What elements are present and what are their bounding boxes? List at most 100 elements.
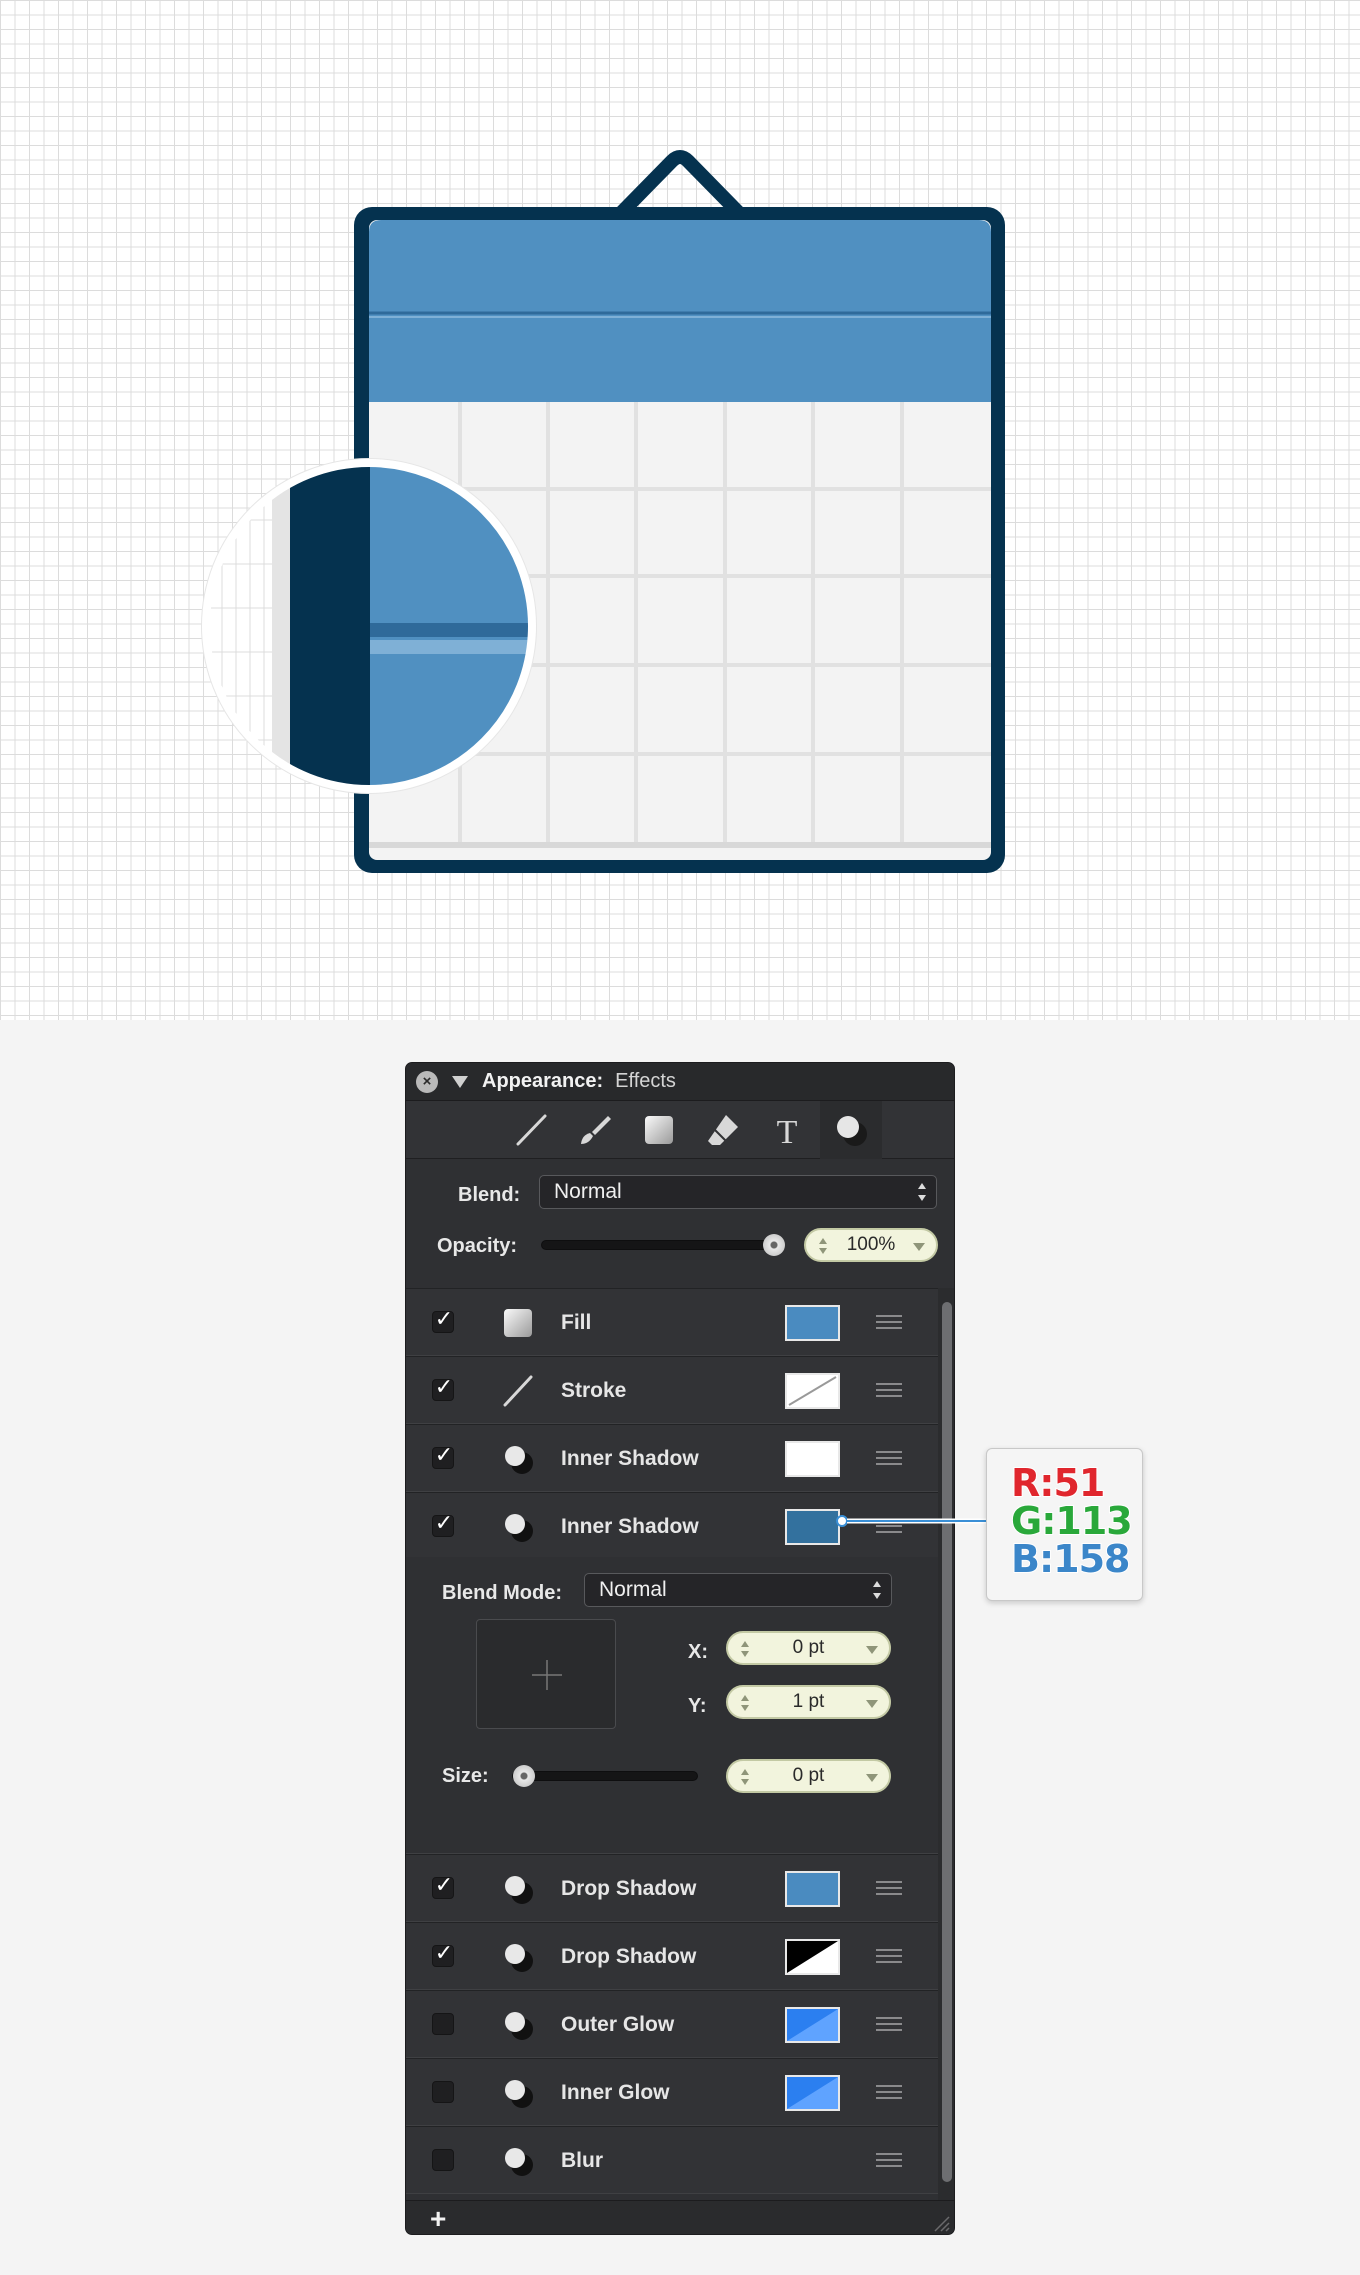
size-slider[interactable] (512, 1765, 698, 1787)
blend-select[interactable]: Normal (539, 1175, 937, 1209)
opacity-slider-knob[interactable] (763, 1234, 785, 1256)
x-label: X: (688, 1641, 708, 1663)
effect-row[interactable]: ✓ Drop Shadow (406, 1922, 938, 1990)
text-tab[interactable]: T (756, 1101, 818, 1159)
select-arrows-icon (918, 1182, 926, 1202)
color-swatch[interactable] (785, 2007, 840, 2043)
drag-handle-icon[interactable] (876, 1315, 902, 1329)
stepper-arrows-icon (741, 1695, 749, 1711)
size-slider-knob[interactable] (513, 1765, 535, 1787)
checkmark-icon: ✓ (434, 1510, 454, 1535)
blend-mode-value: Normal (599, 1578, 667, 1601)
color-swatch[interactable] (785, 1441, 840, 1477)
enable-checkbox[interactable] (432, 2149, 454, 2171)
enable-checkbox[interactable]: ✓ (432, 1444, 454, 1469)
panel-subtitle: Effects (615, 1070, 676, 1092)
checkmark-icon: ✓ (434, 1306, 454, 1331)
color-swatch[interactable] (785, 1305, 840, 1341)
blend-value: Normal (554, 1180, 622, 1203)
effect-name: Drop Shadow (561, 1877, 697, 1900)
effect-icon (505, 2148, 533, 2176)
effect-name: Inner Shadow (561, 1515, 699, 1538)
resize-grip-icon[interactable] (932, 2214, 950, 2232)
effect-icon-wrap (501, 1442, 535, 1476)
drag-handle-icon[interactable] (876, 1949, 902, 1963)
effect-icon-wrap (501, 1872, 535, 1906)
drag-handle-icon[interactable] (876, 2153, 902, 2167)
panel-title: Appearance: (482, 1070, 604, 1092)
effect-name: Inner Glow (561, 2081, 670, 2104)
opacity-slider[interactable] (541, 1234, 785, 1256)
enable-checkbox[interactable]: ✓ (432, 1874, 454, 1899)
opacity-value: 100% (846, 1234, 896, 1255)
offset-preview[interactable] (476, 1619, 616, 1729)
effect-icon (505, 1446, 533, 1474)
y-label: Y: (688, 1695, 707, 1717)
dropdown-arrow-icon[interactable] (866, 1700, 878, 1708)
scrollbar[interactable] (938, 1288, 954, 2201)
calendar-header (369, 220, 991, 402)
disclosure-triangle-icon[interactable] (452, 1075, 468, 1088)
dropdown-arrow-icon[interactable] (866, 1774, 878, 1782)
color-swatch[interactable] (785, 1509, 840, 1545)
effect-row[interactable]: Blur (406, 2126, 938, 2194)
effect-name: Outer Glow (561, 2013, 675, 2036)
close-icon[interactable]: × (416, 1070, 438, 1093)
calendar-artwork (201, 150, 1005, 873)
effect-row[interactable]: ✓ Fill (406, 1288, 938, 1356)
x-value: 0 pt (792, 1637, 825, 1658)
enable-checkbox[interactable] (432, 2013, 454, 2035)
stroke-icon (503, 1375, 533, 1407)
drag-handle-icon[interactable] (876, 2085, 902, 2099)
stroke-icon-wrap (501, 1374, 535, 1408)
dropdown-arrow-icon[interactable] (913, 1243, 925, 1251)
effect-row[interactable]: Inner Glow (406, 2058, 938, 2126)
effect-icon-wrap (501, 2008, 535, 2042)
enable-checkbox[interactable]: ✓ (432, 1510, 454, 1537)
color-swatch[interactable] (785, 1939, 840, 1975)
enable-checkbox[interactable]: ✓ (432, 1306, 454, 1333)
calendar-hanger (617, 150, 743, 217)
drag-handle-icon[interactable] (876, 1383, 902, 1397)
size-label: Size: (442, 1765, 489, 1787)
brush-tab[interactable] (564, 1101, 626, 1159)
blend-mode-label: Blend Mode: (442, 1582, 562, 1604)
blend-mode-select[interactable]: Normal (584, 1573, 892, 1607)
enable-checkbox[interactable] (432, 2081, 454, 2103)
fill-icon (504, 1309, 532, 1337)
stepper-arrows-icon (741, 1641, 749, 1657)
stepper-arrows-icon (741, 1769, 749, 1785)
drag-handle-icon[interactable] (876, 1881, 902, 1895)
effects-tab[interactable] (820, 1101, 882, 1159)
color-swatch[interactable] (785, 1871, 840, 1907)
effect-row[interactable]: Outer Glow (406, 1990, 938, 2058)
effect-icon (505, 2012, 533, 2040)
drag-handle-icon[interactable] (876, 2017, 902, 2031)
fill-square-icon (645, 1116, 673, 1144)
tool-tabs: T (406, 1101, 954, 1159)
effect-row[interactable]: ✓ Stroke (406, 1356, 938, 1424)
dropdown-arrow-icon[interactable] (866, 1646, 878, 1654)
effect-row[interactable]: ✓ Drop Shadow (406, 1854, 938, 1922)
y-offset-stepper[interactable]: 1 pt (726, 1685, 891, 1719)
eraser-tab[interactable] (692, 1101, 754, 1159)
stroke-tab[interactable] (500, 1101, 562, 1159)
size-stepper[interactable]: 0 pt (726, 1759, 891, 1793)
add-effect-button[interactable]: + (430, 2203, 446, 2234)
enable-checkbox[interactable]: ✓ (432, 1942, 454, 1967)
rgb-callout: R:51 G:113 B:158 (986, 1448, 1143, 1601)
eraser-icon (708, 1115, 738, 1145)
panel-titlebar: × Appearance: Effects (406, 1063, 954, 1101)
x-offset-stepper[interactable]: 0 pt (726, 1631, 891, 1665)
opacity-stepper[interactable]: 100% (804, 1228, 938, 1262)
color-swatch[interactable] (785, 2075, 840, 2111)
design-canvas (0, 0, 1360, 1020)
color-swatch[interactable] (785, 1373, 840, 1409)
fill-tab[interactable] (628, 1101, 690, 1159)
drag-handle-icon[interactable] (876, 1451, 902, 1465)
effect-row[interactable]: ✓ Inner Shadow (406, 1424, 938, 1492)
enable-checkbox[interactable]: ✓ (432, 1376, 454, 1401)
text-icon: T (777, 1114, 798, 1149)
scrollbar-thumb[interactable] (942, 1302, 952, 2182)
stepper-arrows-icon (819, 1238, 827, 1254)
